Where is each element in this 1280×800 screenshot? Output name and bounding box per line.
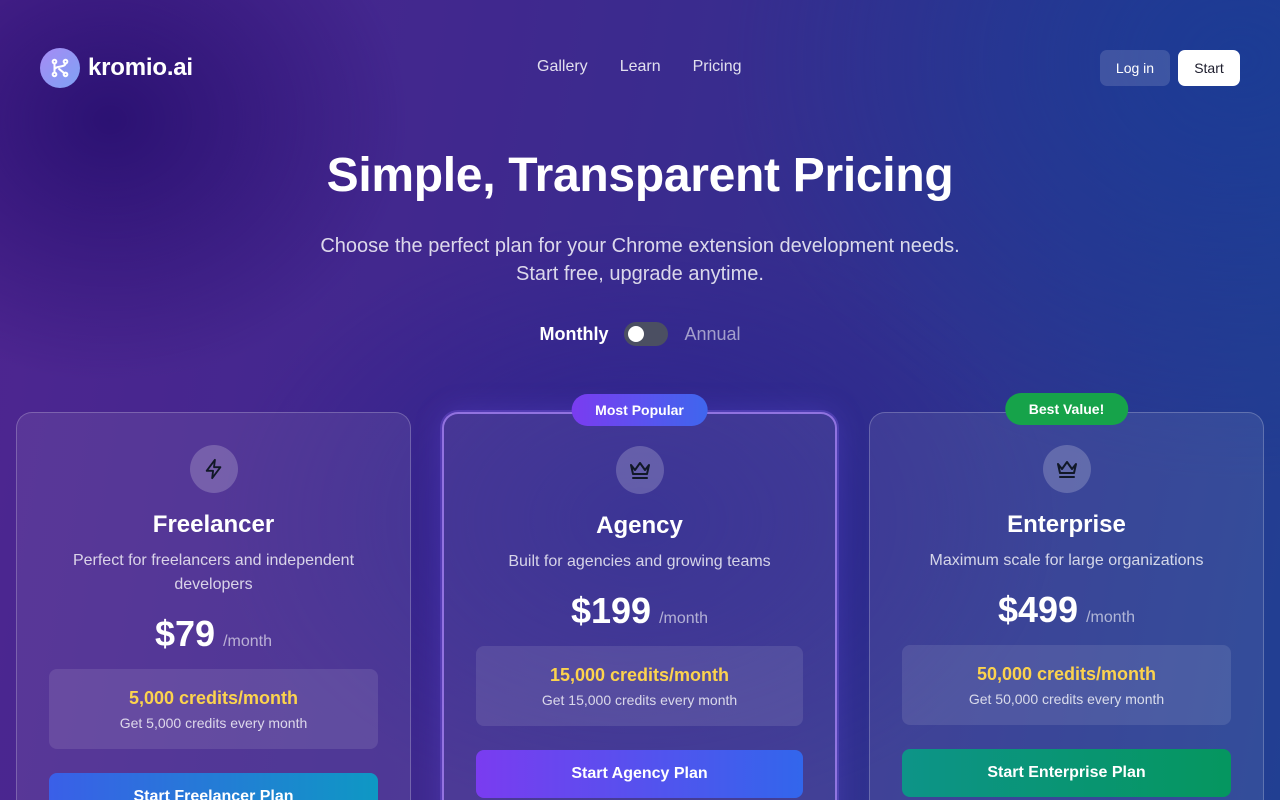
plan-name: Freelancer bbox=[152, 511, 275, 538]
plan-price: $199 /month bbox=[444, 590, 835, 632]
price-amount: $499 bbox=[997, 589, 1079, 630]
plan-name: Enterprise bbox=[1007, 511, 1126, 538]
billing-period-switch: Monthly Annual bbox=[0, 322, 1280, 346]
logo-icon bbox=[40, 48, 80, 88]
plan-card-agency: Most Popular Agency Built for agencies a… bbox=[442, 394, 837, 800]
plan-card-freelancer: Freelancer Perfect for freelancers and i… bbox=[16, 412, 411, 800]
brand-logo[interactable]: kromio.ai bbox=[40, 48, 193, 88]
page-subtitle: Choose the perfect plan for your Chrome … bbox=[300, 232, 980, 288]
brand-name: kromio.ai bbox=[88, 54, 193, 81]
plan-name: Agency bbox=[596, 512, 683, 539]
page-subtitle-line: Choose the perfect plan for your Chrome … bbox=[320, 235, 960, 257]
plan-credits-note: Get 5,000 credits every month bbox=[119, 715, 308, 731]
plan-credits-box: 5,000 credits/month Get 5,000 credits ev… bbox=[49, 669, 378, 749]
page-title: Simple, Transparent Pricing bbox=[326, 149, 954, 202]
price-amount: $79 bbox=[155, 613, 216, 654]
plan-credits-box: 15,000 credits/month Get 15,000 credits … bbox=[476, 646, 803, 726]
nav-link-learn[interactable]: Learn bbox=[620, 58, 661, 76]
start-agency-plan-button[interactable]: Start Agency Plan bbox=[476, 750, 803, 798]
price-period: /month bbox=[659, 610, 708, 627]
price-period: /month bbox=[223, 633, 272, 650]
best-value-badge: Best Value! bbox=[1004, 393, 1129, 425]
lightning-icon bbox=[189, 445, 238, 493]
start-freelancer-plan-button[interactable]: Start Freelancer Plan bbox=[49, 773, 378, 800]
plan-credits: 50,000 credits/month bbox=[976, 664, 1157, 684]
price-period: /month bbox=[1086, 609, 1135, 626]
billing-toggle[interactable] bbox=[624, 322, 669, 346]
plan-credits-note: Get 15,000 credits every month bbox=[541, 692, 738, 708]
plan-description: Maximum scale for large organizations bbox=[929, 552, 1204, 569]
plan-credits: 5,000 credits/month bbox=[128, 688, 299, 708]
auth-actions: Log in Start bbox=[1100, 50, 1240, 86]
page-subtitle-line: Start free, upgrade anytime. bbox=[516, 263, 764, 285]
site-header: kromio.ai Gallery Learn Pricing Log in S… bbox=[0, 0, 1280, 135]
plan-card-enterprise: Best Value! Enterprise Maximum scale for… bbox=[869, 393, 1264, 800]
start-enterprise-plan-button[interactable]: Start Enterprise Plan bbox=[902, 749, 1231, 797]
billing-annual-label[interactable]: Annual bbox=[684, 324, 740, 345]
nav-link-gallery[interactable]: Gallery bbox=[537, 58, 588, 76]
plan-description: Built for agencies and growing teams bbox=[508, 553, 771, 570]
login-button[interactable]: Log in bbox=[1100, 50, 1170, 86]
main-nav: Gallery Learn Pricing bbox=[537, 58, 774, 76]
crown-icon bbox=[615, 446, 664, 494]
billing-monthly-label[interactable]: Monthly bbox=[539, 324, 608, 345]
start-button[interactable]: Start bbox=[1178, 50, 1240, 86]
plan-credits-note: Get 50,000 credits every month bbox=[968, 691, 1165, 707]
crown-icon bbox=[1042, 445, 1091, 493]
price-amount: $199 bbox=[570, 590, 652, 631]
plan-credits-box: 50,000 credits/month Get 50,000 credits … bbox=[902, 645, 1231, 725]
plan-price: $499 /month bbox=[870, 589, 1263, 631]
nav-link-pricing[interactable]: Pricing bbox=[693, 58, 742, 76]
most-popular-badge: Most Popular bbox=[571, 394, 708, 426]
plan-description: Perfect for freelancers and independent … bbox=[72, 552, 355, 593]
plan-credits: 15,000 credits/month bbox=[549, 665, 730, 685]
billing-toggle-knob bbox=[628, 326, 645, 342]
plan-price: $79 /month bbox=[17, 613, 410, 655]
